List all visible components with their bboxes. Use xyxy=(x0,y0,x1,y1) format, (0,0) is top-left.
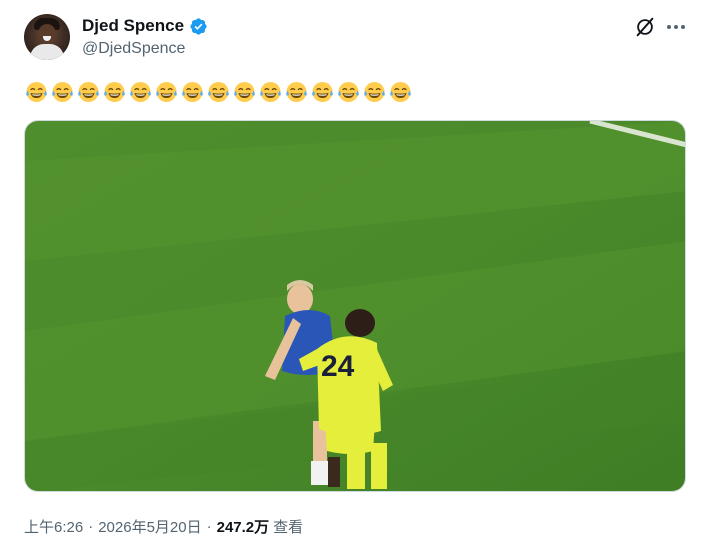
face-with-tears-of-joy-icon xyxy=(286,82,307,102)
face-with-tears-of-joy-icon xyxy=(208,82,229,102)
grok-icon[interactable] xyxy=(634,16,656,38)
tweet-meta: 上午6:26 · 2026年5月20日 · 247.2万 查看 xyxy=(24,516,303,537)
meta-separator: · xyxy=(206,518,212,535)
face-with-tears-of-joy-icon xyxy=(312,82,333,102)
face-with-tears-of-joy-icon xyxy=(260,82,281,102)
tweet: Djed Spence @DjedSpence 24 上午6:26 · 2026… xyxy=(0,0,720,540)
views-label: 查看 xyxy=(273,519,304,536)
face-with-tears-of-joy-icon xyxy=(390,82,411,102)
tweet-video[interactable]: 24 xyxy=(24,120,686,492)
jersey-number: 24 xyxy=(321,350,355,383)
author-handle[interactable]: @DjedSpence xyxy=(82,40,185,58)
tweet-text xyxy=(24,80,413,106)
face-with-tears-of-joy-icon xyxy=(338,82,359,102)
timestamp[interactable]: 上午6:26 xyxy=(24,516,83,537)
date[interactable]: 2026年5月20日 xyxy=(98,516,201,537)
face-with-tears-of-joy-icon xyxy=(156,82,177,102)
face-with-tears-of-joy-icon xyxy=(234,82,255,102)
video-frame: 24 xyxy=(25,121,685,491)
more-options-icon[interactable] xyxy=(664,16,688,38)
meta-separator: · xyxy=(88,518,94,535)
verified-badge-icon xyxy=(190,17,207,35)
face-with-tears-of-joy-icon xyxy=(52,82,73,102)
avatar[interactable] xyxy=(24,14,70,60)
views-count: 247.2万 xyxy=(216,519,270,536)
face-with-tears-of-joy-icon xyxy=(182,82,203,102)
author-name[interactable]: Djed Spence xyxy=(82,16,184,36)
face-with-tears-of-joy-icon xyxy=(104,82,125,102)
author-row: Djed Spence xyxy=(82,15,208,37)
face-with-tears-of-joy-icon xyxy=(364,82,385,102)
face-with-tears-of-joy-icon xyxy=(130,82,151,102)
face-with-tears-of-joy-icon xyxy=(26,82,47,102)
face-with-tears-of-joy-icon xyxy=(78,82,99,102)
